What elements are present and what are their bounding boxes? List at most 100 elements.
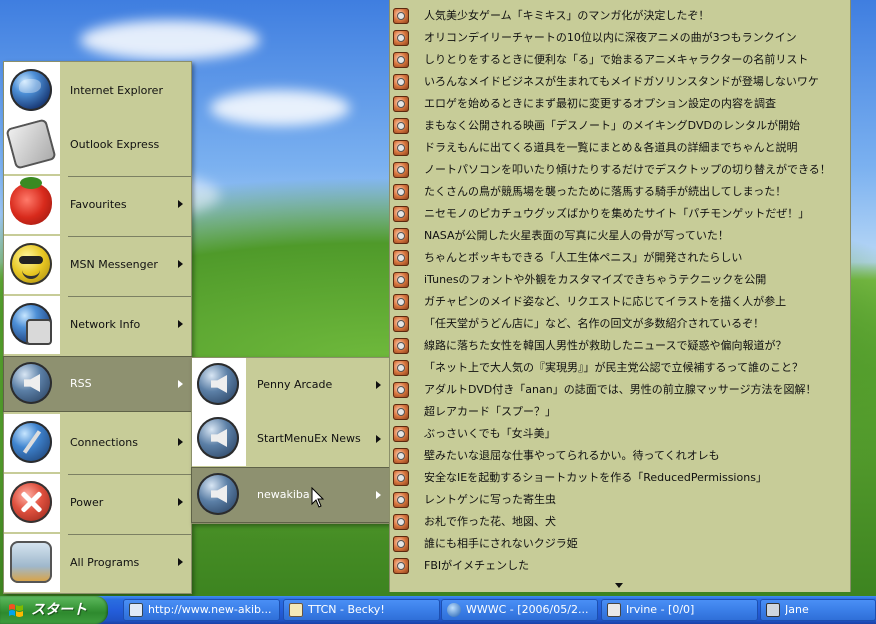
network-info-icon	[10, 303, 52, 345]
icon-column	[4, 414, 60, 472]
feed-item[interactable]: ニセモノのピカチュウグッズばかりを集めたサイト「パチモンゲットだぜ！」	[390, 203, 850, 225]
rss-submenu: Penny Arcade StartMenuEx News newakiba	[191, 357, 390, 524]
feed-item[interactable]: FBIがイメチェンした	[390, 555, 850, 577]
feed-item-icon	[393, 118, 409, 134]
feed-item[interactable]: たくさんの鳥が競馬場を襲ったために落馬する騎手が続出してしまった！	[390, 181, 850, 203]
feed-item-icon	[393, 536, 409, 552]
feed-item[interactable]: まもなく公開される映画「デスノート」のメイキングDVDのレンタルが開始	[390, 115, 850, 137]
connections-globe-icon	[10, 421, 52, 463]
feed-item-icon	[393, 470, 409, 486]
icon-column	[4, 534, 60, 592]
menu-item-label: Outlook Express	[70, 138, 160, 151]
icon-column	[4, 357, 60, 411]
feed-item[interactable]: レントゲンに写った寄生虫	[390, 489, 850, 511]
scroll-down-button[interactable]	[390, 580, 850, 592]
feed-item[interactable]: エロゲを始めるときにまず最初に変更するオプション設定の内容を調査	[390, 93, 850, 115]
feed-item[interactable]: ぶっさいくでも「女斗美」	[390, 423, 850, 445]
feed-item[interactable]: お札で作った花、地図、犬	[390, 511, 850, 533]
submenu-item-penny-arcade[interactable]: Penny Arcade	[192, 358, 389, 412]
feed-item[interactable]: iTunesのフォントや外観をカスタマイズできちゃうテクニックを公開	[390, 269, 850, 291]
feed-item-title: 壁みたいな退屈な仕事やってられるかい。待ってくれオレも	[424, 449, 720, 462]
taskbar-button-browser[interactable]: http://www.new-akib...	[123, 599, 280, 621]
taskbar-button-wwwc[interactable]: WWWC - [2006/05/2...	[441, 599, 598, 621]
submenu-item-startmenuex-news[interactable]: StartMenuEx News	[192, 412, 389, 466]
menu-item-all-programs[interactable]: All Programs	[4, 534, 191, 592]
feed-item[interactable]: ガチャピンのメイド姿など、リクエストに応じてイラストを描く人が参上	[390, 291, 850, 313]
feed-item[interactable]: 誰にも相手にされないクジラ姫	[390, 533, 850, 555]
feed-item[interactable]: 安全なIEを起動するショートカットを作る「ReducedPermissions」	[390, 467, 850, 489]
submenu-arrow-icon	[178, 320, 183, 328]
feed-item[interactable]: オリコンデイリーチャートの10位以内に深夜アニメの曲が3つもランクイン	[390, 27, 850, 49]
feed-item-title: 線路に落ちた女性を韓国人男性が救助したニュースで疑惑や偏向報道が？	[424, 339, 787, 352]
feed-item-icon	[393, 162, 409, 178]
feed-item[interactable]: ノートパソコンを叩いたり傾けたりするだけでデスクトップの切り替えができる！	[390, 159, 850, 181]
feed-item-icon	[393, 74, 409, 90]
icon-column	[192, 468, 246, 522]
outlook-express-icon	[5, 118, 57, 170]
submenu-arrow-icon	[178, 200, 183, 208]
feed-item-title: まもなく公開される映画「デスノート」のメイキングDVDのレンタルが開始	[424, 119, 800, 132]
feed-item-title: ノートパソコンを叩いたり傾けたりするだけでデスクトップの切り替えができる！	[424, 163, 831, 176]
start-button[interactable]: スタート	[0, 596, 108, 624]
feed-item-icon	[393, 448, 409, 464]
feed-item-icon	[393, 514, 409, 530]
menu-item-label: RSS	[70, 377, 92, 390]
feed-item-title: しりとりをするときに便利な「る」で始まるアニメキャラクターの名前リスト	[424, 53, 809, 66]
feed-item[interactable]: 「任天堂がうどん店に」など、名作の回文が多数紹介されているぞ！	[390, 313, 850, 335]
menu-item-power[interactable]: Power	[4, 474, 191, 532]
wwwc-globe-icon	[447, 603, 461, 617]
icon-column	[4, 116, 60, 174]
taskbar-button-becky[interactable]: TTCN - Becky!	[283, 599, 440, 621]
menu-item-network-info[interactable]: Network Info	[4, 296, 191, 354]
menu-item-connections[interactable]: Connections	[4, 414, 191, 472]
taskbar: スタート http://www.new-akib... TTCN - Becky…	[0, 596, 876, 624]
feed-item[interactable]: 「ネット上で大人気の『実現男』」が民主党公認で立候補するって誰のこと？	[390, 357, 850, 379]
icon-column	[4, 474, 60, 532]
icon-column	[4, 62, 60, 120]
feed-item[interactable]: ドラえもんに出てくる道具を一覧にまとめ＆各道具の詳細までちゃんと説明	[390, 137, 850, 159]
menu-item-rss[interactable]: RSS	[3, 356, 192, 412]
taskbar-button-label: TTCN - Becky!	[308, 603, 385, 616]
menu-item-outlook-express[interactable]: Outlook Express	[4, 116, 191, 174]
submenu-item-newakiba[interactable]: newakiba	[191, 467, 390, 523]
submenu-item-label: StartMenuEx News	[257, 432, 361, 445]
feed-item-title: 「任天堂がうどん店に」など、名作の回文が多数紹介されているぞ！	[424, 317, 765, 330]
feed-item-title: ちゃんとボッキもできる「人工生体ペニス」が開発されたらしい	[424, 251, 743, 264]
menu-item-favourites[interactable]: Favourites	[4, 176, 191, 234]
icon-column	[192, 358, 246, 412]
icon-column	[192, 412, 246, 466]
feed-items: 人気美少女ゲーム「キミキス」のマンガ化が決定したぞ！ オリコンデイリーチャートの1…	[390, 5, 850, 577]
feed-item-icon	[393, 360, 409, 376]
feed-item[interactable]: ちゃんとボッキもできる「人工生体ペニス」が開発されたらしい	[390, 247, 850, 269]
submenu-item-label: Penny Arcade	[257, 378, 333, 391]
feed-item[interactable]: 線路に落ちた女性を韓国人男性が救助したニュースで疑惑や偏向報道が？	[390, 335, 850, 357]
feed-item-icon	[393, 96, 409, 112]
feed-item[interactable]: 壁みたいな退屈な仕事やってられるかい。待ってくれオレも	[390, 445, 850, 467]
feed-item-title: いろんなメイドビジネスが生まれてもメイドガソリンスタンドが登場しないワケ	[424, 75, 819, 88]
becky-mail-icon	[289, 603, 303, 617]
taskbar-button-label: WWWC - [2006/05/2...	[466, 603, 589, 616]
feed-item-icon	[393, 140, 409, 156]
feed-item-icon	[393, 558, 409, 574]
menu-item-internet-explorer[interactable]: Internet Explorer	[4, 62, 191, 120]
menu-item-label: Network Info	[70, 318, 141, 331]
feed-item[interactable]: いろんなメイドビジネスが生まれてもメイドガソリンスタンドが登場しないワケ	[390, 71, 850, 93]
taskbar-button-jane[interactable]: Jane	[760, 599, 876, 621]
feed-item[interactable]: 人気美少女ゲーム「キミキス」のマンガ化が決定したぞ！	[390, 5, 850, 27]
messenger-smiley-icon	[10, 243, 52, 285]
taskbar-button-irvine[interactable]: Irvine - [0/0]	[601, 599, 758, 621]
feed-item-title: 安全なIEを起動するショートカットを作る「ReducedPermissions」	[424, 471, 767, 484]
submenu-arrow-icon	[376, 491, 381, 499]
windows-flag-icon	[9, 604, 23, 617]
feed-item[interactable]: 超レアカード「スプー？」	[390, 401, 850, 423]
cloud	[80, 20, 260, 60]
submenu-arrow-icon	[178, 380, 183, 388]
feed-item-title: NASAが公開した火星表面の写真に火星人の骨が写っていた！	[424, 229, 729, 242]
feed-item[interactable]: NASAが公開した火星表面の写真に火星人の骨が写っていた！	[390, 225, 850, 247]
menu-item-msn-messenger[interactable]: MSN Messenger	[4, 236, 191, 294]
feed-item[interactable]: アダルトDVD付き「anan」の誌面では、男性の前立腺マッサージ方法を図解！	[390, 379, 850, 401]
menu-item-label: Power	[70, 496, 104, 509]
feed-item-title: 「ネット上で大人気の『実現男』」が民主党公認で立候補するって誰のこと？	[424, 361, 803, 374]
feed-item[interactable]: しりとりをするときに便利な「る」で始まるアニメキャラクターの名前リスト	[390, 49, 850, 71]
all-programs-jar-icon	[10, 541, 52, 583]
